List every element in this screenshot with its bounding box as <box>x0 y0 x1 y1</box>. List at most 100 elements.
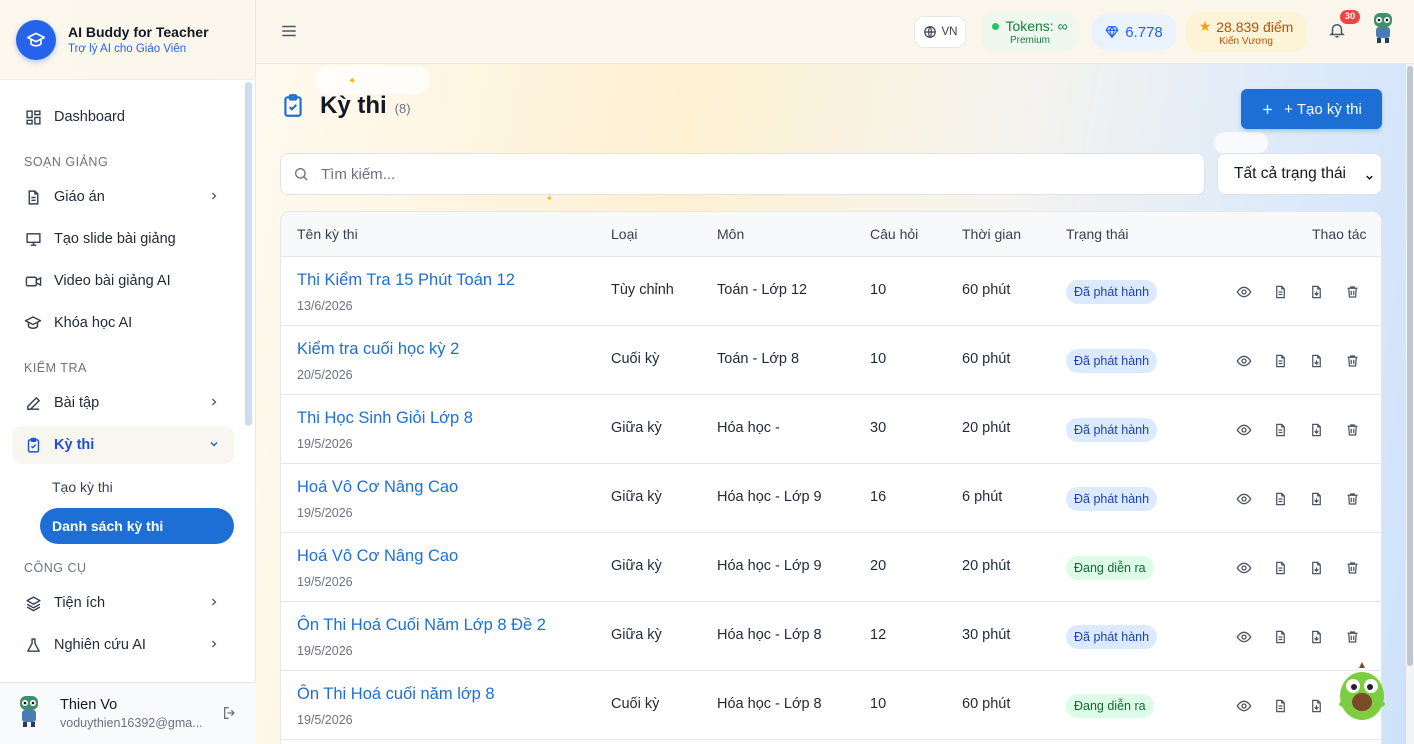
chevron-right-icon <box>208 638 220 654</box>
exam-name-link[interactable]: Hoá Vô Cơ Nâng Cao <box>297 478 458 497</box>
trash-icon[interactable] <box>1343 559 1361 577</box>
table-row[interactable]: Thi Kiểm Tra 15 Phút Toán 12 13/6/2026 T… <box>281 257 1381 326</box>
sidebar-item-bai-tap[interactable]: Bài tập <box>12 384 234 422</box>
document-icon[interactable] <box>1271 490 1289 508</box>
tokens-badge[interactable]: Tokens: ∞ Premium <box>982 12 1078 52</box>
column-header-actions: Thao tác <box>1312 226 1367 242</box>
eye-icon[interactable] <box>1235 490 1253 508</box>
row-actions <box>1235 490 1379 508</box>
sidebar: AI Buddy for Teacher Trợ lý AI cho Giáo … <box>0 0 256 744</box>
trash-icon[interactable] <box>1343 352 1361 370</box>
exam-name-link[interactable]: Hoá Vô Cơ Nâng Cao <box>297 547 458 566</box>
status-filter-value: Tất cả trạng thái <box>1234 165 1347 182</box>
sidebar-item-khoa-hoc[interactable]: Khóa học AI <box>12 304 234 342</box>
eye-icon[interactable] <box>1235 559 1253 577</box>
column-header-type[interactable]: Loại <box>611 226 637 242</box>
trash-icon[interactable] <box>1343 421 1361 439</box>
document-icon[interactable] <box>1271 697 1289 715</box>
logout-icon[interactable] <box>222 705 238 726</box>
sidebar-item-label: Dashboard <box>54 109 125 125</box>
document-icon[interactable] <box>1271 283 1289 301</box>
exam-type: Giữa kỳ <box>611 558 662 574</box>
table-row[interactable]: Thi Học Sinh Giỏi Lớp 8 19/5/2026 Giữa k… <box>281 395 1381 464</box>
search-input[interactable] <box>321 165 1181 183</box>
create-exam-button[interactable]: + Tạo kỳ thi <box>1241 89 1382 129</box>
sidebar-scrollbar[interactable] <box>245 82 252 426</box>
hamburger-menu-icon[interactable] <box>280 22 298 45</box>
globe-icon <box>923 25 937 39</box>
table-row[interactable]: Ôn Thi Hoá Cuối Năm Lớp 8 Đề 2 19/5/2026… <box>281 602 1381 671</box>
exam-date: 19/5/2026 <box>297 713 353 727</box>
table-row[interactable]: Kiểm tra cuối học kỳ 2 20/5/2026 Cuối kỳ… <box>281 326 1381 395</box>
sidebar-subitem-danh-sach-ky-thi[interactable]: Danh sách kỳ thi <box>40 508 234 544</box>
document-icon[interactable] <box>1271 421 1289 439</box>
document-icon[interactable] <box>1271 559 1289 577</box>
eye-icon[interactable] <box>1235 421 1253 439</box>
exam-type: Giữa kỳ <box>611 420 662 436</box>
exam-question-count: 10 <box>870 696 887 712</box>
exam-name-link[interactable]: Kiểm tra cuối học kỳ 2 <box>297 340 459 359</box>
table-row[interactable]: Hoá Vô Cơ Nâng Cao 19/5/2026 Giữa kỳ Hóa… <box>281 533 1381 602</box>
file-export-icon[interactable] <box>1307 283 1325 301</box>
page-scrollbar-thumb[interactable] <box>1407 66 1413 666</box>
file-export-icon[interactable] <box>1307 628 1325 646</box>
sidebar-item-tao-slide[interactable]: Tạo slide bài giảng <box>12 220 234 258</box>
graduation-cap-icon <box>16 19 56 60</box>
document-icon[interactable] <box>1271 352 1289 370</box>
avatar[interactable] <box>1370 12 1396 49</box>
trash-icon[interactable] <box>1343 628 1361 646</box>
status-filter-select[interactable]: Tất cả trạng thái <box>1217 153 1382 195</box>
exam-name-link[interactable]: Thi Học Sinh Giỏi Lớp 8 <box>297 409 473 428</box>
file-export-icon[interactable] <box>1307 352 1325 370</box>
column-header-duration[interactable]: Thời gian <box>962 226 1021 242</box>
row-actions <box>1235 421 1379 439</box>
exam-name-link[interactable]: Thi Kiểm Tra 15 Phút Toán 12 <box>297 271 515 290</box>
brand-title: AI Buddy for Teacher <box>68 24 209 40</box>
points-badge[interactable]: ★ 28.839 điểm Kiến Vương <box>1185 12 1307 52</box>
exam-date: 20/5/2026 <box>297 368 353 382</box>
table-row[interactable]: Ôn Thi Hoá cuối năm lớp 8 19/5/2026 Cuối… <box>281 671 1381 740</box>
eye-icon[interactable] <box>1235 283 1253 301</box>
language-button[interactable]: VN <box>914 16 966 48</box>
sidebar-item-tien-ich[interactable]: Tiện ích <box>12 584 234 622</box>
exam-name-link[interactable]: Ôn Thi Hoá cuối năm lớp 8 <box>297 685 495 704</box>
exam-subject: Hóa học - Lớp 9 <box>717 489 822 505</box>
trash-icon[interactable] <box>1343 490 1361 508</box>
table-row[interactable]: Hoá Vô Cơ Nâng Cao 19/5/2026 Giữa kỳ Hóa… <box>281 464 1381 533</box>
sidebar-item-dashboard[interactable]: Dashboard <box>12 98 234 136</box>
diamond-icon <box>1105 25 1119 39</box>
eye-icon[interactable] <box>1235 697 1253 715</box>
column-header-status[interactable]: Trạng thái <box>1066 226 1129 242</box>
file-export-icon[interactable] <box>1307 697 1325 715</box>
column-header-subject[interactable]: Môn <box>717 226 744 242</box>
document-icon[interactable] <box>1271 628 1289 646</box>
user-profile[interactable]: Thien Vo voduythien16392@gma... <box>0 682 256 744</box>
file-export-icon[interactable] <box>1307 421 1325 439</box>
exam-question-count: 30 <box>870 420 887 436</box>
brand[interactable]: AI Buddy for Teacher Trợ lý AI cho Giáo … <box>0 0 255 80</box>
sidebar-item-video[interactable]: Video bài giảng AI <box>12 262 234 300</box>
sidebar-item-nghien-cuu[interactable]: Nghiên cứu AI <box>12 626 234 664</box>
file-export-icon[interactable] <box>1307 490 1325 508</box>
gems-badge[interactable]: 6.778 <box>1092 14 1176 50</box>
column-header-questions[interactable]: Câu hỏi <box>870 226 918 242</box>
column-header-name[interactable]: Tên kỳ thi <box>297 226 358 242</box>
main-content: ✦ ✦ Kỳ thi (8) + Tạo kỳ thi Tất cả trạng… <box>256 64 1406 744</box>
sidebar-subitem-tao-ky-thi[interactable]: Tạo kỳ thi <box>52 479 113 495</box>
exam-type: Giữa kỳ <box>611 489 662 505</box>
exam-question-count: 20 <box>870 558 887 574</box>
chevron-down-icon <box>1364 170 1375 188</box>
mascot-assistant-icon[interactable] <box>1336 660 1388 731</box>
status-badge: Đang diễn ra <box>1066 556 1154 580</box>
trash-icon[interactable] <box>1343 283 1361 301</box>
eye-icon[interactable] <box>1235 352 1253 370</box>
file-export-icon[interactable] <box>1307 559 1325 577</box>
status-badge: Đã phát hành <box>1066 349 1158 373</box>
graduation-cap-icon <box>24 314 42 332</box>
sidebar-item-giao-an[interactable]: Giáo án <box>12 178 234 216</box>
sidebar-item-ky-thi[interactable]: Kỳ thi <box>12 426 234 464</box>
page-scrollbar[interactable] <box>1406 64 1414 744</box>
eye-icon[interactable] <box>1235 628 1253 646</box>
bell-icon[interactable] <box>1328 20 1346 45</box>
exam-name-link[interactable]: Ôn Thi Hoá Cuối Năm Lớp 8 Đề 2 <box>297 616 546 635</box>
